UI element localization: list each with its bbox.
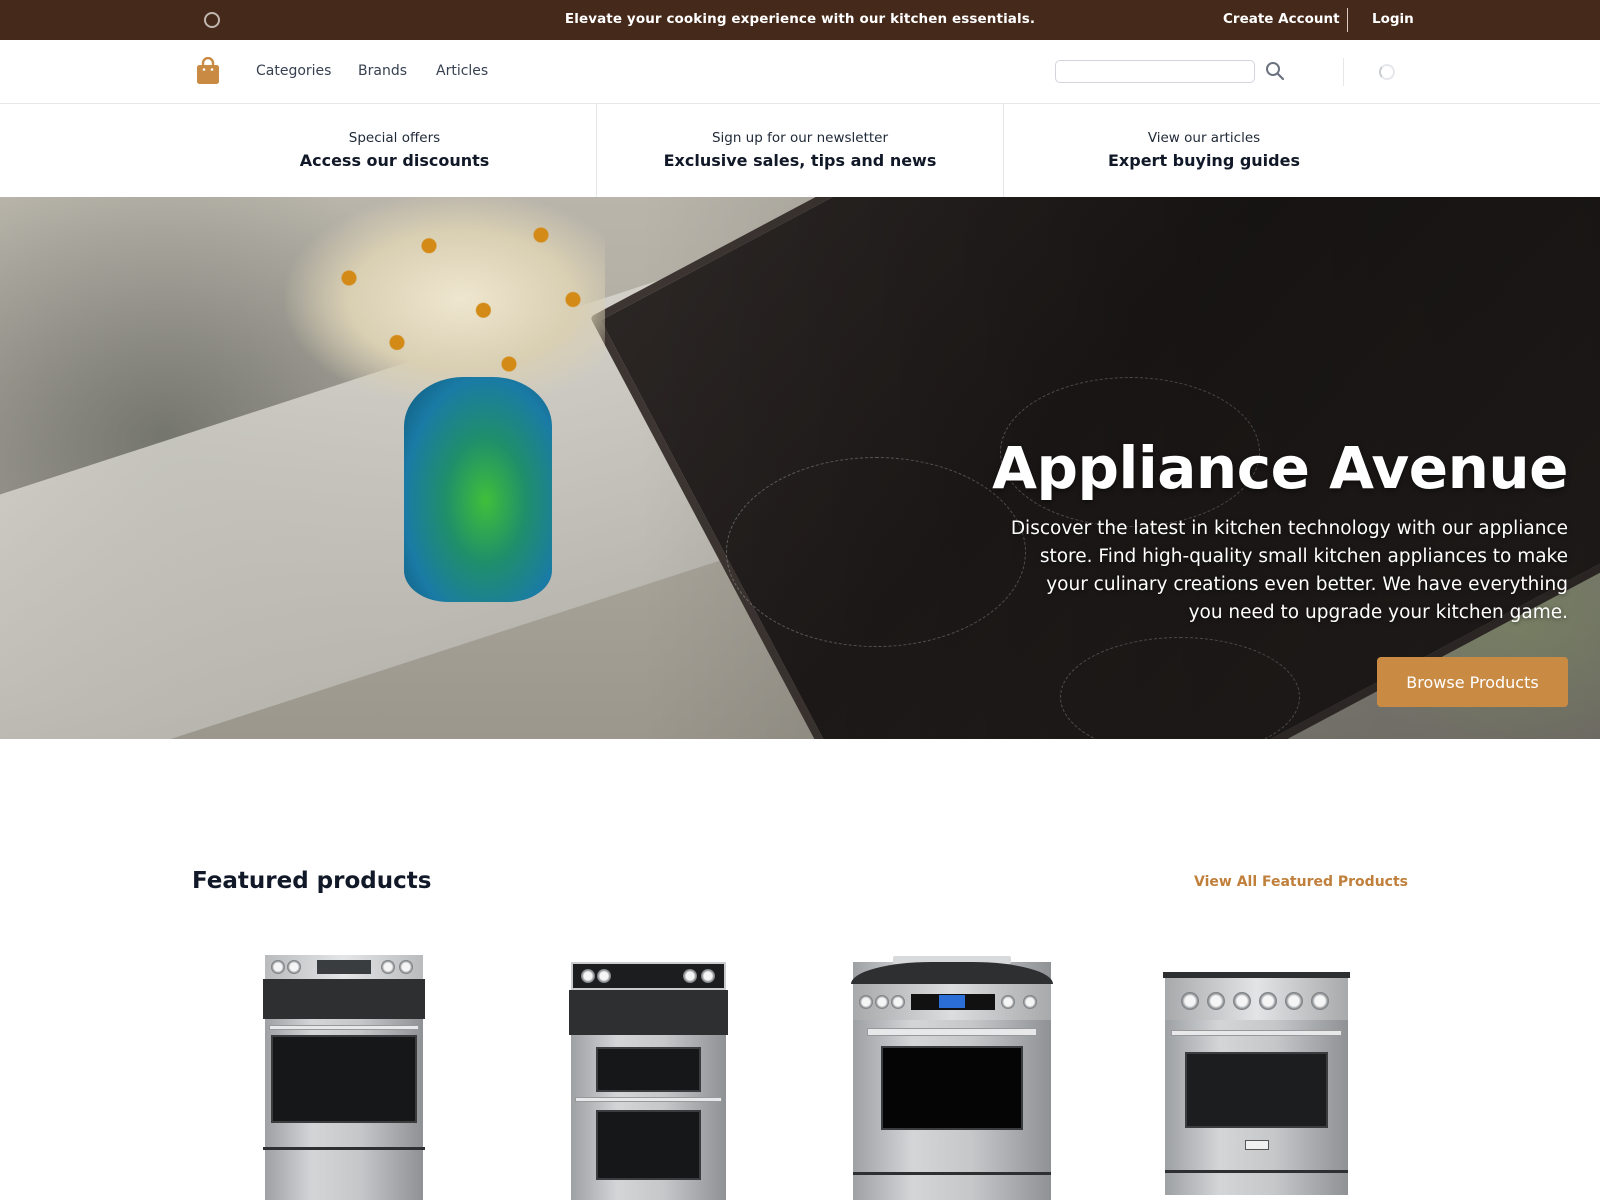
hero-description: Discover the latest in kitchen technolog… bbox=[1010, 518, 1568, 623]
oven-handle bbox=[269, 1025, 419, 1030]
oven-window bbox=[271, 1035, 417, 1123]
loading-spinner-icon bbox=[1379, 64, 1395, 80]
knob bbox=[581, 969, 595, 983]
oven-window bbox=[881, 1046, 1023, 1130]
promo-discounts[interactable]: Special offers Access our discounts bbox=[0, 104, 597, 197]
announcement-text: Elevate your cooking experience with our… bbox=[564, 11, 1036, 27]
upper-oven-window bbox=[596, 1047, 701, 1092]
knob bbox=[1023, 995, 1037, 1009]
home-logo-link[interactable] bbox=[196, 56, 220, 85]
cooktop bbox=[263, 979, 425, 1019]
hero-title: Appliance Avenue bbox=[992, 434, 1568, 502]
create-account-link[interactable]: Create Account bbox=[1223, 11, 1340, 27]
oven-window bbox=[1185, 1052, 1328, 1128]
knob bbox=[683, 969, 697, 983]
promo-title: Access our discounts bbox=[299, 151, 490, 170]
cooktop bbox=[851, 962, 1053, 984]
drawer-line bbox=[853, 1172, 1051, 1175]
promo-newsletter[interactable]: Sign up for our newsletter Exclusive sal… bbox=[597, 104, 1004, 197]
featured-products-heading: Featured products bbox=[192, 868, 432, 894]
nav-link-articles[interactable]: Articles bbox=[436, 63, 488, 79]
promo-strip: Special offers Access our discounts Sign… bbox=[0, 104, 1600, 197]
knob bbox=[1233, 992, 1251, 1010]
promo-title: Exclusive sales, tips and news bbox=[663, 151, 937, 170]
knob bbox=[287, 960, 301, 974]
divider bbox=[1347, 8, 1348, 32]
knob bbox=[875, 995, 889, 1009]
knob bbox=[597, 969, 611, 983]
shopping-bag-icon bbox=[197, 56, 219, 84]
knob bbox=[1001, 995, 1015, 1009]
product-card[interactable] bbox=[823, 950, 1083, 1200]
stove-illustration bbox=[263, 955, 425, 1200]
brand-badge bbox=[1245, 1140, 1269, 1150]
nav-link-categories[interactable]: Categories bbox=[256, 63, 331, 79]
oven-handle bbox=[867, 1028, 1037, 1036]
lower-oven-window bbox=[596, 1110, 701, 1180]
view-all-featured-link[interactable]: View All Featured Products bbox=[1194, 874, 1408, 890]
knob bbox=[891, 995, 905, 1009]
drawer-line bbox=[1165, 1170, 1348, 1173]
search-icon bbox=[1266, 62, 1285, 81]
cooktop bbox=[569, 990, 728, 1035]
knob bbox=[1259, 992, 1277, 1010]
login-link[interactable]: Login bbox=[1372, 11, 1414, 27]
product-card[interactable] bbox=[1128, 950, 1388, 1200]
product-card[interactable] bbox=[518, 950, 778, 1200]
stove-illustration bbox=[851, 956, 1053, 1200]
knob bbox=[381, 960, 395, 974]
display-screen bbox=[939, 995, 965, 1008]
knob bbox=[271, 960, 285, 974]
search-input[interactable] bbox=[1055, 60, 1255, 83]
knob bbox=[399, 960, 413, 974]
main-navigation: Categories Brands Articles bbox=[0, 40, 1600, 104]
promo-title: Expert buying guides bbox=[1108, 151, 1300, 170]
knob bbox=[1181, 992, 1199, 1010]
promo-eyebrow: Special offers bbox=[348, 130, 441, 146]
hero-banner: Appliance Avenue Discover the latest in … bbox=[0, 197, 1600, 739]
browse-products-button[interactable]: Browse Products bbox=[1377, 657, 1568, 707]
announcement-bar: Elevate your cooking experience with our… bbox=[0, 0, 1600, 40]
divider bbox=[1343, 58, 1344, 86]
stove-illustration bbox=[569, 962, 728, 1200]
drawer-line bbox=[263, 1147, 425, 1150]
promo-eyebrow: Sign up for our newsletter bbox=[711, 130, 889, 146]
oven-handle bbox=[1171, 1030, 1342, 1036]
promo-articles[interactable]: View our articles Expert buying guides bbox=[1004, 104, 1404, 197]
nav-link-brands[interactable]: Brands bbox=[358, 63, 407, 79]
knob bbox=[1311, 992, 1329, 1010]
oven-handle bbox=[575, 1097, 722, 1102]
search-button[interactable] bbox=[1264, 60, 1286, 82]
knob bbox=[1285, 992, 1303, 1010]
stove-illustration bbox=[1163, 972, 1350, 1195]
promo-eyebrow: View our articles bbox=[1147, 130, 1261, 146]
knob bbox=[701, 969, 715, 983]
knob bbox=[859, 995, 873, 1009]
knob bbox=[1207, 992, 1225, 1010]
product-card[interactable] bbox=[213, 950, 473, 1200]
display bbox=[317, 960, 371, 974]
